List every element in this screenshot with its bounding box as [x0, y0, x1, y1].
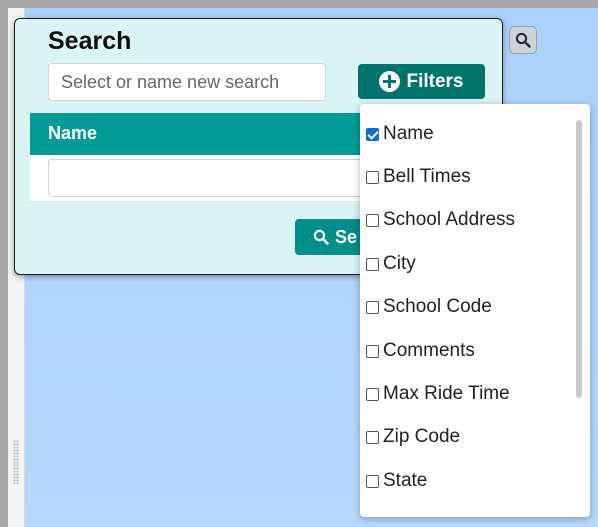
filter-option-city[interactable]: City [366, 251, 416, 277]
map-search-button[interactable] [509, 26, 537, 54]
filter-option-label: Name [383, 123, 434, 144]
filter-checkbox[interactable] [366, 257, 379, 271]
filter-option-label: Comments [383, 340, 475, 361]
filter-checkbox[interactable] [366, 127, 379, 141]
filter-checkbox[interactable] [366, 474, 379, 488]
filter-checkbox[interactable] [366, 170, 379, 184]
plus-circle-icon [379, 71, 401, 92]
filter-option-label: State [383, 470, 428, 491]
filter-option-label: School Address [383, 209, 516, 230]
name-filter-label: Name [48, 123, 98, 143]
name-filter-input[interactable] [48, 159, 378, 197]
dropdown-scrollbar[interactable] [576, 120, 582, 398]
filter-checkbox[interactable] [366, 300, 379, 314]
filter-checkbox[interactable] [366, 387, 379, 401]
search-icon [313, 229, 329, 245]
filter-option-label: Zip Code [383, 426, 461, 447]
search-name-input[interactable] [48, 63, 326, 101]
filter-option-name[interactable]: Name [366, 121, 434, 147]
filters-button[interactable]: Filters [358, 64, 485, 99]
filter-option-max-ride-time[interactable]: Max Ride Time [366, 381, 510, 407]
filters-dropdown: Name Bell Times School Address City Scho… [360, 104, 590, 517]
filter-checkbox[interactable] [366, 430, 379, 444]
filter-checkbox[interactable] [366, 344, 379, 358]
filter-option-label: School Code [383, 296, 492, 317]
filter-option-zip-code[interactable]: Zip Code [366, 424, 460, 450]
search-button-label: Se [335, 226, 358, 247]
filter-option-bell-times[interactable]: Bell Times [366, 164, 471, 190]
filter-checkbox[interactable] [366, 213, 379, 227]
filters-button-label: Filters [406, 70, 464, 92]
panel-title: Search [48, 27, 132, 55]
app-viewport: Search Filters Name Se Name Bell Times [8, 8, 598, 527]
filter-option-label: Max Ride Time [383, 383, 510, 404]
search-icon [515, 32, 531, 48]
filter-option-label: City [383, 253, 416, 274]
filter-option-comments[interactable]: Comments [366, 338, 475, 364]
filter-option-school-code[interactable]: School Code [366, 294, 492, 320]
filter-option-school-address[interactable]: School Address [366, 207, 515, 233]
filter-option-state[interactable]: State [366, 468, 427, 494]
resize-grip[interactable] [13, 440, 19, 484]
filter-option-label: Bell Times [383, 166, 471, 187]
